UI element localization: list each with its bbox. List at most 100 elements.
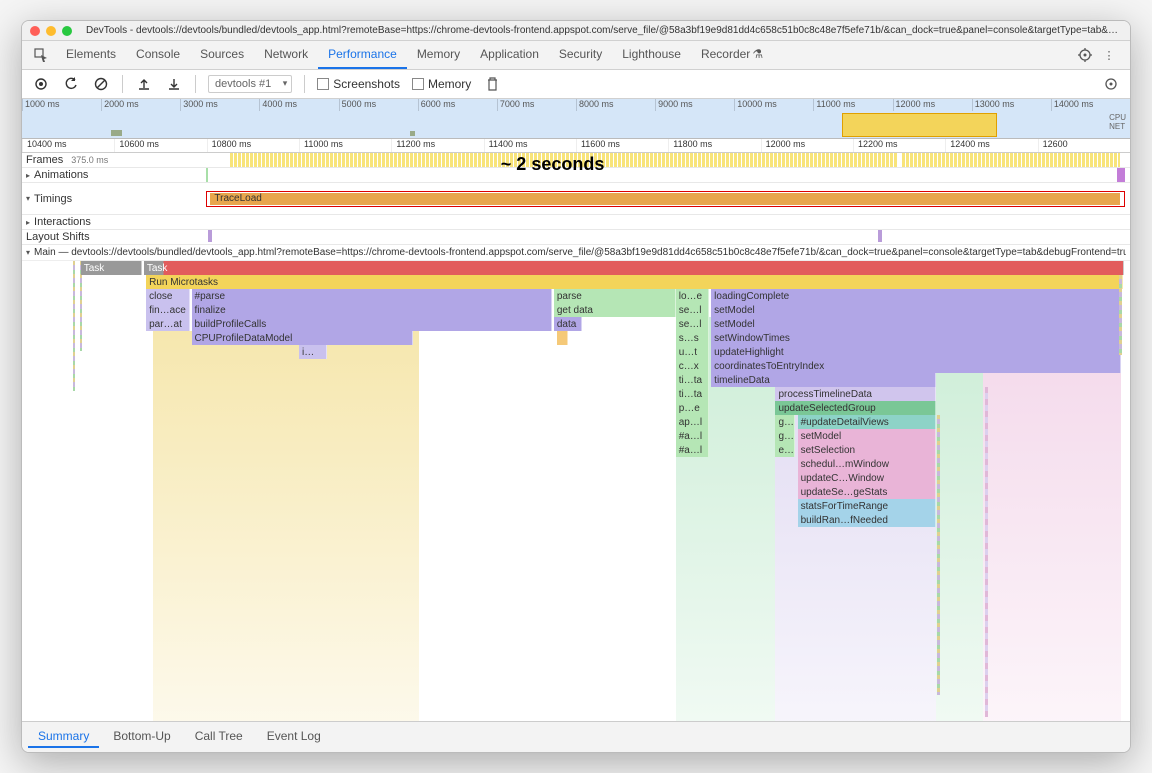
kebab-menu-icon[interactable]: ⋮	[1100, 46, 1118, 64]
tab-network[interactable]: Network	[254, 41, 318, 69]
capture-settings-icon[interactable]	[1102, 75, 1120, 93]
flame-entry[interactable]: par…at	[146, 317, 190, 331]
flame-entry[interactable]: finalize	[192, 303, 552, 317]
flame-entry[interactable]: parse	[554, 289, 676, 303]
collapse-icon[interactable]: ▾	[26, 248, 30, 257]
flame-entry[interactable]: e…	[775, 443, 795, 457]
btab-summary[interactable]: Summary	[28, 726, 99, 748]
flame-entry[interactable]: ap…l	[676, 415, 709, 429]
screenshots-checkbox[interactable]: Screenshots	[317, 77, 400, 91]
overview-timeline[interactable]: 1000 ms 2000 ms 3000 ms 4000 ms 5000 ms …	[22, 99, 1130, 139]
settings-icon[interactable]	[1076, 46, 1094, 64]
layout-shifts-label: Layout Shifts	[26, 231, 90, 243]
btab-bottom-up[interactable]: Bottom-Up	[103, 726, 180, 748]
flame-entry[interactable]: updateHighlight	[711, 345, 1121, 359]
flame-entry[interactable]: #parse	[192, 289, 552, 303]
minimize-window-button[interactable]	[46, 26, 56, 36]
ruler-tick: 11600 ms	[576, 139, 668, 152]
tab-application[interactable]: Application	[470, 41, 549, 69]
traffic-lights	[30, 26, 72, 36]
flame-entry[interactable]: g…	[775, 415, 795, 429]
flame-entry[interactable]: p…e	[676, 401, 709, 415]
flame-chart[interactable]: Task Task Run Microtasks close #parse pa…	[22, 261, 1130, 721]
memory-checkbox[interactable]: Memory	[412, 77, 471, 91]
frames-strip	[230, 153, 1121, 167]
record-button[interactable]	[32, 75, 50, 93]
flame-entry[interactable]: setSelection	[798, 443, 937, 457]
flame-entry[interactable]: setModel	[798, 429, 937, 443]
window-title: DevTools - devtools://devtools/bundled/d…	[86, 25, 1122, 36]
main-thread-label: Main — devtools://devtools/bundled/devto…	[34, 247, 1126, 258]
flame-entry[interactable]: data	[554, 317, 582, 331]
timings-track[interactable]: ▾ Timings TraceLoad	[22, 183, 1130, 215]
flame-entry[interactable]: setModel	[711, 317, 1121, 331]
flame-entry[interactable]: CPUProfileDataModel	[192, 331, 414, 345]
flame-entry[interactable]: schedul…mWindow	[798, 457, 937, 471]
annotation-text: ~ 2 seconds	[501, 154, 605, 175]
tab-lighthouse[interactable]: Lighthouse	[612, 41, 691, 69]
download-button[interactable]	[165, 75, 183, 93]
close-window-button[interactable]	[30, 26, 40, 36]
flame-entry[interactable]: ti…ta	[676, 387, 709, 401]
flame-entry[interactable]: get data	[554, 303, 676, 317]
tab-memory[interactable]: Memory	[407, 41, 470, 69]
flame-entry[interactable]: close	[146, 289, 190, 303]
flame-task-long[interactable]: Task	[144, 261, 1125, 275]
flame-entry[interactable]: buildProfileCalls	[192, 317, 552, 331]
flame-entry[interactable]: updateSe…geStats	[798, 485, 937, 499]
flame-entry[interactable]: statsForTimeRange	[798, 499, 937, 513]
interactions-track[interactable]: ▸ Interactions	[22, 215, 1130, 230]
reload-record-button[interactable]	[62, 75, 80, 93]
flame-entry[interactable]: updateSelectedGroup	[775, 401, 936, 415]
layout-shifts-track[interactable]: Layout Shifts	[22, 230, 1130, 245]
btab-call-tree[interactable]: Call Tree	[185, 726, 253, 748]
tab-sources[interactable]: Sources	[190, 41, 254, 69]
flame-entry[interactable]: #updateDetailViews	[798, 415, 937, 429]
collapse-icon[interactable]: ▸	[26, 171, 30, 180]
flame-entry[interactable]: fin…ace	[146, 303, 190, 317]
time-ruler[interactable]: 10400 ms 10600 ms 10800 ms 11000 ms 1120…	[22, 139, 1130, 153]
recording-select[interactable]: devtools #1 ▾	[208, 75, 292, 93]
flame-entry[interactable]: se…l	[676, 317, 709, 331]
animations-track[interactable]: ▸ Animations ~ 2 seconds	[22, 168, 1130, 183]
flame-entry[interactable]: buildRan…fNeeded	[798, 513, 937, 527]
collapse-icon[interactable]: ▸	[26, 218, 30, 227]
flame-entry[interactable]: coordinatesToEntryIndex	[711, 359, 1121, 373]
zoom-window-button[interactable]	[62, 26, 72, 36]
flame-entry[interactable]: u…t	[676, 345, 709, 359]
flame-entry[interactable]: ti…ta	[676, 373, 709, 387]
flame-entry[interactable]: updateC…Window	[798, 471, 937, 485]
flame-entry[interactable]: lo…e	[676, 289, 709, 303]
flame-entry[interactable]: i…	[299, 345, 327, 359]
tab-recorder[interactable]: Recorder⚗	[691, 41, 773, 69]
delete-button[interactable]	[483, 75, 501, 93]
flame-entry[interactable]: c…x	[676, 359, 709, 373]
flame-entry[interactable]	[557, 331, 568, 345]
traceload-bar[interactable]: TraceLoad	[210, 193, 1120, 205]
flame-entry[interactable]: processTimelineData	[775, 387, 936, 401]
flame-entry[interactable]: timelineData	[711, 373, 936, 387]
flame-entry[interactable]: setWindowTimes	[711, 331, 1121, 345]
timings-content: TraceLoad	[162, 183, 1130, 211]
upload-button[interactable]	[135, 75, 153, 93]
flame-entry[interactable]: s…s	[676, 331, 709, 345]
tab-security[interactable]: Security	[549, 41, 612, 69]
flame-entry[interactable]: #a…l	[676, 443, 709, 457]
flame-microtasks[interactable]: Run Microtasks	[146, 275, 1123, 289]
flame-task[interactable]: Task	[81, 261, 142, 275]
collapse-icon[interactable]: ▾	[26, 194, 30, 203]
flame-entry[interactable]: #a…l	[676, 429, 709, 443]
main-thread-header[interactable]: ▾ Main — devtools://devtools/bundled/dev…	[22, 245, 1130, 261]
tab-elements[interactable]: Elements	[56, 41, 126, 69]
btab-event-log[interactable]: Event Log	[257, 726, 331, 748]
tab-performance[interactable]: Performance	[318, 41, 407, 69]
flame-entry[interactable]: g…	[775, 429, 795, 443]
tab-console[interactable]: Console	[126, 41, 190, 69]
flame-entry[interactable]: se…l	[676, 303, 709, 317]
overview-tick: 2000 ms	[101, 99, 180, 111]
clear-button[interactable]	[92, 75, 110, 93]
inspect-element-icon[interactable]	[26, 42, 56, 68]
overview-selection[interactable]	[842, 113, 997, 137]
flame-entry[interactable]: loadingComplete	[711, 289, 1121, 303]
flame-entry[interactable]: setModel	[711, 303, 1121, 317]
